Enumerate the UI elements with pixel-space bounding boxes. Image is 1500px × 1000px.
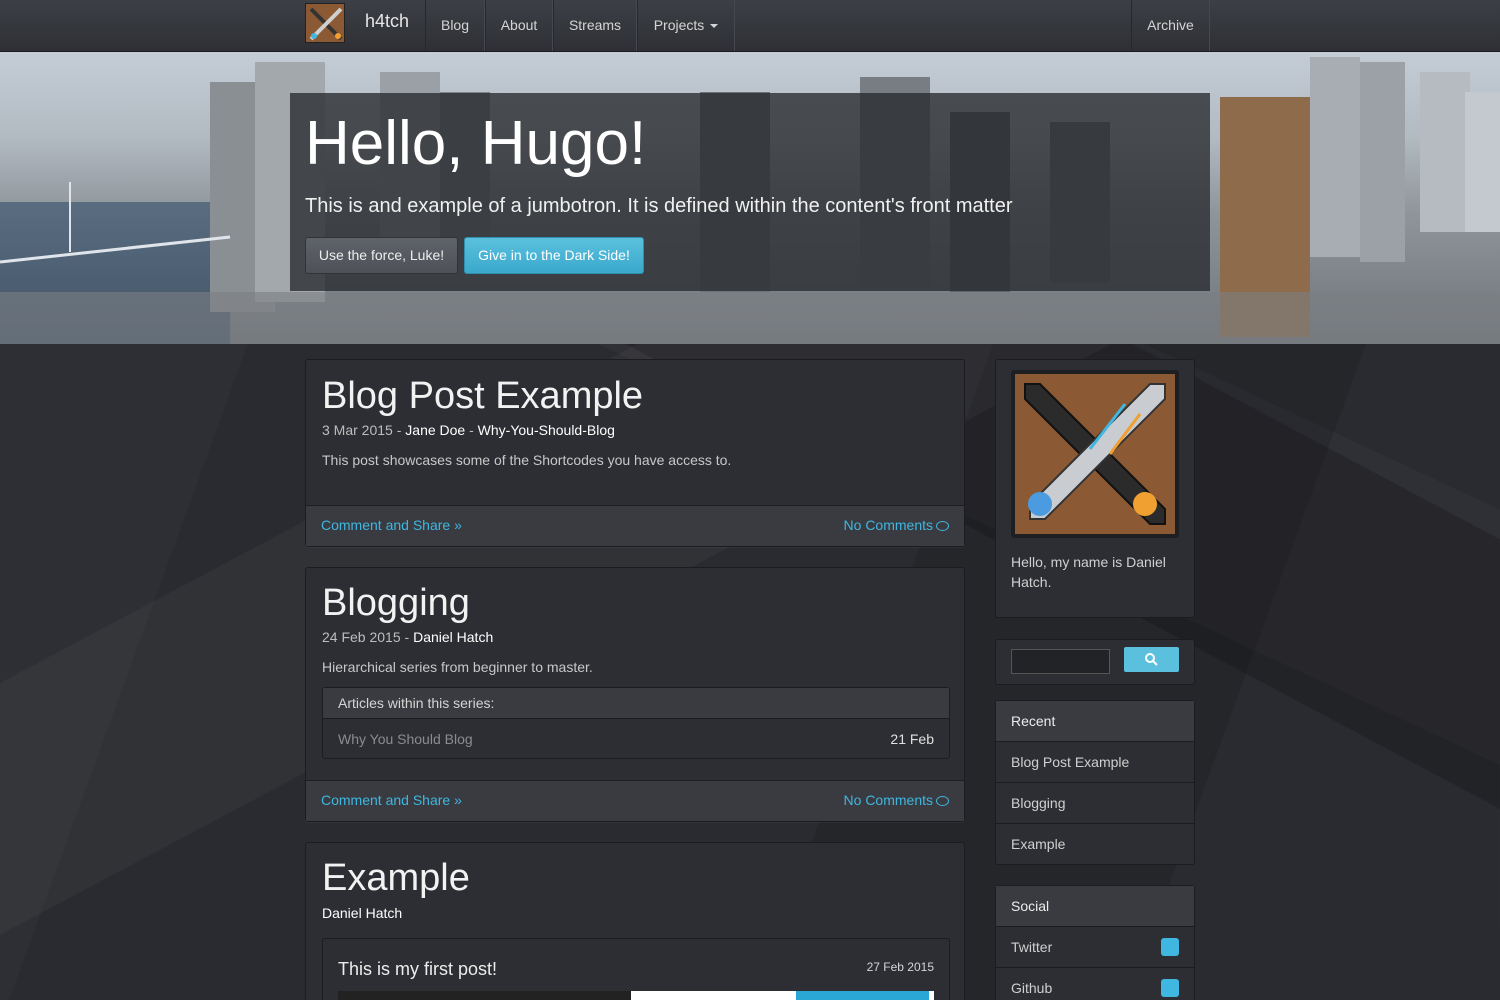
navbar-inner: h4tch Blog About Streams Projects Archiv… <box>305 0 1210 51</box>
brand-logo-icon[interactable] <box>305 3 345 43</box>
nav-archive[interactable]: Archive <box>1131 0 1210 51</box>
search-input[interactable] <box>1011 649 1110 674</box>
comment-icon <box>936 521 949 532</box>
post-date: 3 Mar 2015 <box>322 422 393 438</box>
social-card: Social Twitter Github <box>995 885 1195 1000</box>
post-meta: 24 Feb 2015 - Daniel Hatch <box>322 629 494 645</box>
series-item-date: 21 Feb <box>890 731 934 747</box>
navbar: h4tch Blog About Streams Projects Archiv… <box>0 0 1500 52</box>
nav-projects[interactable]: Projects <box>637 0 735 51</box>
recent-heading: Recent <box>996 701 1194 742</box>
post-card: Blogging 24 Feb 2015 - Daniel Hatch Hier… <box>305 567 965 822</box>
comment-icon <box>936 796 949 807</box>
search-icon <box>1145 653 1158 666</box>
about-text: Hello, my name is Daniel Hatch. <box>1011 554 1166 590</box>
nav-streams[interactable]: Streams <box>553 0 637 51</box>
avatar <box>1011 370 1179 538</box>
post-series[interactable]: Why-You-Should-Blog <box>478 422 615 438</box>
crossed-swords-icon <box>1024 383 1166 525</box>
series-box: Articles within this series: Why You Sho… <box>322 687 950 759</box>
github-icon <box>1161 979 1179 997</box>
recent-item[interactable]: Blogging <box>996 783 1194 824</box>
embedded-post-date: 27 Feb 2015 <box>866 960 934 974</box>
post-author[interactable]: Daniel Hatch <box>413 629 493 645</box>
series-header: Articles within this series: <box>323 688 949 719</box>
social-label: Twitter <box>1011 939 1053 955</box>
post-author[interactable]: Daniel Hatch <box>322 905 402 921</box>
comments-count: No Comments <box>843 792 933 808</box>
post-meta: 3 Mar 2015 - Jane Doe - Why-You-Should-B… <box>322 422 615 438</box>
brand-name[interactable]: h4tch <box>365 11 409 32</box>
use-the-force-button[interactable]: Use the force, Luke! <box>305 237 458 274</box>
social-label: Github <box>1011 980 1053 996</box>
social-item-github[interactable]: Github <box>996 968 1194 1000</box>
post-card: Blog Post Example 3 Mar 2015 - Jane Doe … <box>305 359 965 547</box>
preview-blue-block <box>796 991 929 1000</box>
comments-count: No Comments <box>843 517 933 533</box>
post-footer: Comment and Share » No Comments <box>306 505 964 546</box>
social-heading: Social <box>996 886 1194 927</box>
post-date: 24 Feb 2015 <box>322 629 401 645</box>
search-card <box>995 639 1195 685</box>
post-title[interactable]: Blogging <box>322 582 470 625</box>
post-description: This post showcases some of the Shortcod… <box>322 452 732 468</box>
recent-card: Recent Blog Post Example Blogging Exampl… <box>995 700 1195 865</box>
caret-down-icon <box>710 24 719 29</box>
embedded-post: This is my first post! 27 Feb 2015 <box>322 938 950 1000</box>
embedded-post-title[interactable]: This is my first post! <box>338 959 497 980</box>
post-card: Example Daniel Hatch This is my first po… <box>305 842 965 1000</box>
comment-and-share-link[interactable]: Comment and Share » <box>321 517 462 533</box>
recent-item[interactable]: Example <box>996 824 1194 865</box>
jumbotron-subtitle: This is and example of a jumbotron. It i… <box>305 195 1013 217</box>
search-button[interactable] <box>1124 647 1179 672</box>
series-item-link[interactable]: Why You Should Blog <box>338 731 473 747</box>
post-footer: Comment and Share » No Comments <box>306 780 964 821</box>
nav-about[interactable]: About <box>485 0 553 51</box>
preview-dark-block <box>338 991 631 1000</box>
post-title[interactable]: Example <box>322 857 470 900</box>
embedded-post-preview <box>338 991 934 1000</box>
twitter-icon <box>1161 938 1179 956</box>
dark-side-button[interactable]: Give in to the Dark Side! <box>464 237 644 274</box>
post-title[interactable]: Blog Post Example <box>322 375 643 418</box>
post-author[interactable]: Jane Doe <box>405 422 465 438</box>
comments-link[interactable]: No Comments <box>844 792 949 808</box>
nav-blog[interactable]: Blog <box>425 0 485 51</box>
nav-projects-label: Projects <box>653 17 705 33</box>
social-item-twitter[interactable]: Twitter <box>996 927 1194 968</box>
recent-item[interactable]: Blog Post Example <box>996 742 1194 783</box>
post-description: Hierarchical series from beginner to mas… <box>322 659 593 675</box>
about-card: Hello, my name is Daniel Hatch. <box>995 359 1195 618</box>
post-meta: Daniel Hatch <box>322 905 402 921</box>
comments-link[interactable]: No Comments <box>844 517 949 533</box>
jumbotron-title: Hello, Hugo! <box>305 109 647 178</box>
comment-and-share-link[interactable]: Comment and Share » <box>321 792 462 808</box>
